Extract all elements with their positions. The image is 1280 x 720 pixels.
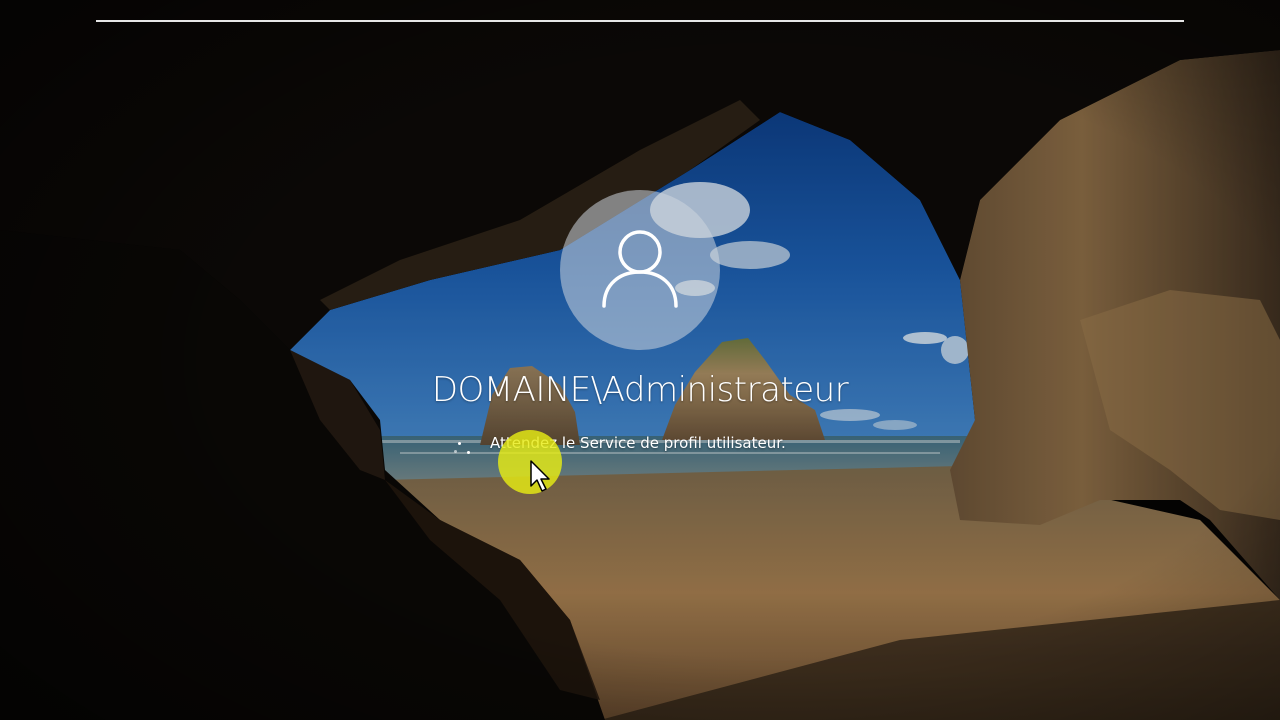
top-divider-line xyxy=(96,20,1184,22)
account-name: DOMAINE\Administrateur xyxy=(431,370,849,410)
user-avatar xyxy=(560,190,720,350)
loading-dots-icon xyxy=(450,430,480,458)
background-wallpaper xyxy=(0,0,1280,720)
user-avatar-icon xyxy=(602,230,678,308)
mouse-pointer-icon xyxy=(530,460,550,492)
lock-screen: DOMAINE\Administrateur Attendez le Servi… xyxy=(0,0,1280,720)
